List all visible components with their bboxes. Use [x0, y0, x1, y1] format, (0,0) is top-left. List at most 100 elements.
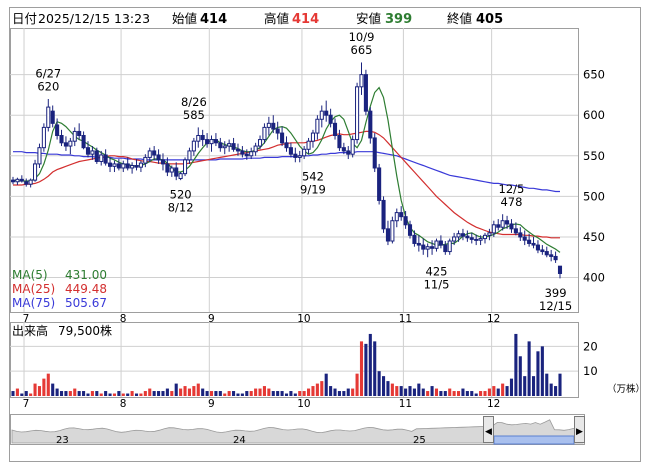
annotation-date: 6/27	[35, 67, 61, 81]
volume-bar	[324, 373, 328, 396]
volume-bar	[434, 388, 439, 396]
candle	[182, 157, 188, 177]
volume-bar	[311, 386, 315, 396]
navigator-range-window[interactable]	[493, 435, 575, 445]
candle-body	[425, 246, 430, 250]
volume-bar	[461, 388, 465, 396]
volume-bar	[214, 391, 218, 396]
annotation-value: 542	[302, 170, 324, 184]
candle-body	[460, 233, 465, 237]
annotation-value: 585	[183, 108, 205, 122]
volume-tick-label: 10	[583, 364, 598, 378]
candle-body	[19, 178, 24, 182]
ma5-value: 431.00	[65, 268, 107, 282]
candle-body	[280, 132, 285, 144]
volume-bar	[514, 333, 518, 396]
volume-bar	[280, 391, 284, 396]
volume-month-label: 10	[297, 398, 310, 410]
candle-body	[332, 122, 338, 137]
candle-body	[416, 242, 421, 246]
candle-body	[275, 128, 280, 134]
volume-bar	[95, 391, 99, 396]
candle-body	[169, 167, 174, 173]
volume-bar	[37, 386, 42, 396]
candle-body	[196, 135, 201, 142]
annotation-value: 520	[170, 188, 192, 202]
volume-bar	[240, 393, 244, 396]
candle-body	[253, 145, 258, 153]
candle-body	[297, 155, 302, 158]
ma5-label: MA(5)	[12, 268, 48, 282]
candle	[178, 172, 183, 181]
candle-body	[412, 234, 417, 244]
candle-body	[191, 140, 196, 152]
candle-body	[63, 142, 68, 147]
open-label: 始値	[172, 11, 197, 26]
ma75-label: MA(75)	[12, 296, 55, 310]
candle-body	[438, 240, 443, 246]
volume-bar	[399, 386, 403, 396]
chevron-right-icon: ▶	[576, 427, 583, 437]
chevron-left-icon: ◀	[485, 427, 492, 437]
volume-bar	[99, 393, 103, 396]
candle-body	[240, 150, 245, 155]
volume-bar	[104, 391, 108, 396]
volume-bar	[448, 388, 452, 396]
candle-body	[121, 163, 126, 169]
price-tick-label: 650	[583, 68, 605, 82]
candle-body	[231, 143, 236, 150]
volume-bar	[386, 381, 390, 396]
candle-body	[328, 114, 333, 124]
candle-body	[337, 135, 342, 149]
volume-bar	[126, 393, 130, 396]
candle-body	[434, 240, 439, 249]
volume-bar	[492, 386, 496, 396]
navigator-left-handle[interactable]: ◀	[483, 416, 494, 443]
candle-body	[235, 148, 241, 152]
candle-body	[306, 140, 311, 150]
annotation-date: 9/19	[300, 183, 326, 197]
candle-body	[310, 132, 316, 142]
candle-body	[182, 159, 188, 175]
candle-body	[244, 153, 249, 157]
candle-body	[553, 255, 558, 261]
volume-bar	[377, 371, 381, 396]
volume-bar	[46, 373, 50, 396]
candle	[381, 196, 386, 233]
volume-bar	[196, 383, 200, 396]
volume-bar	[183, 386, 187, 396]
candle	[390, 216, 395, 244]
volume-bar	[64, 391, 68, 396]
candle-body	[377, 167, 382, 201]
volume-bar	[218, 391, 222, 396]
candle-body	[430, 246, 435, 249]
price-month-label: 12	[487, 313, 500, 325]
candle-body	[218, 142, 223, 149]
candle-body	[227, 143, 232, 147]
candle-body	[491, 224, 496, 234]
candle-body	[390, 220, 395, 242]
volume-value: 79,500株	[58, 323, 112, 338]
annotation-date: 8/12	[168, 201, 194, 215]
volume-bar	[465, 391, 469, 396]
volume-bar	[509, 378, 514, 396]
candle	[363, 69, 368, 116]
volume-bar	[483, 391, 487, 396]
annotation-value: 399	[545, 286, 567, 300]
annotation-date: 11/5	[424, 278, 450, 292]
ma25-value: 449.48	[65, 282, 107, 296]
low-value: 399	[385, 12, 412, 27]
candle-body	[147, 150, 152, 158]
candle-body	[187, 150, 192, 161]
candle-body	[535, 244, 540, 251]
navigator-right-handle[interactable]: ▶	[574, 416, 585, 443]
candle-body	[46, 106, 51, 128]
volume-bar	[452, 391, 456, 396]
volume-bar	[487, 388, 491, 396]
candle-body	[350, 139, 355, 155]
candle-body	[10, 179, 16, 183]
candle-body	[407, 224, 413, 236]
volume-bar	[417, 383, 421, 396]
volume-bar	[320, 381, 324, 396]
candle-body	[222, 145, 227, 149]
